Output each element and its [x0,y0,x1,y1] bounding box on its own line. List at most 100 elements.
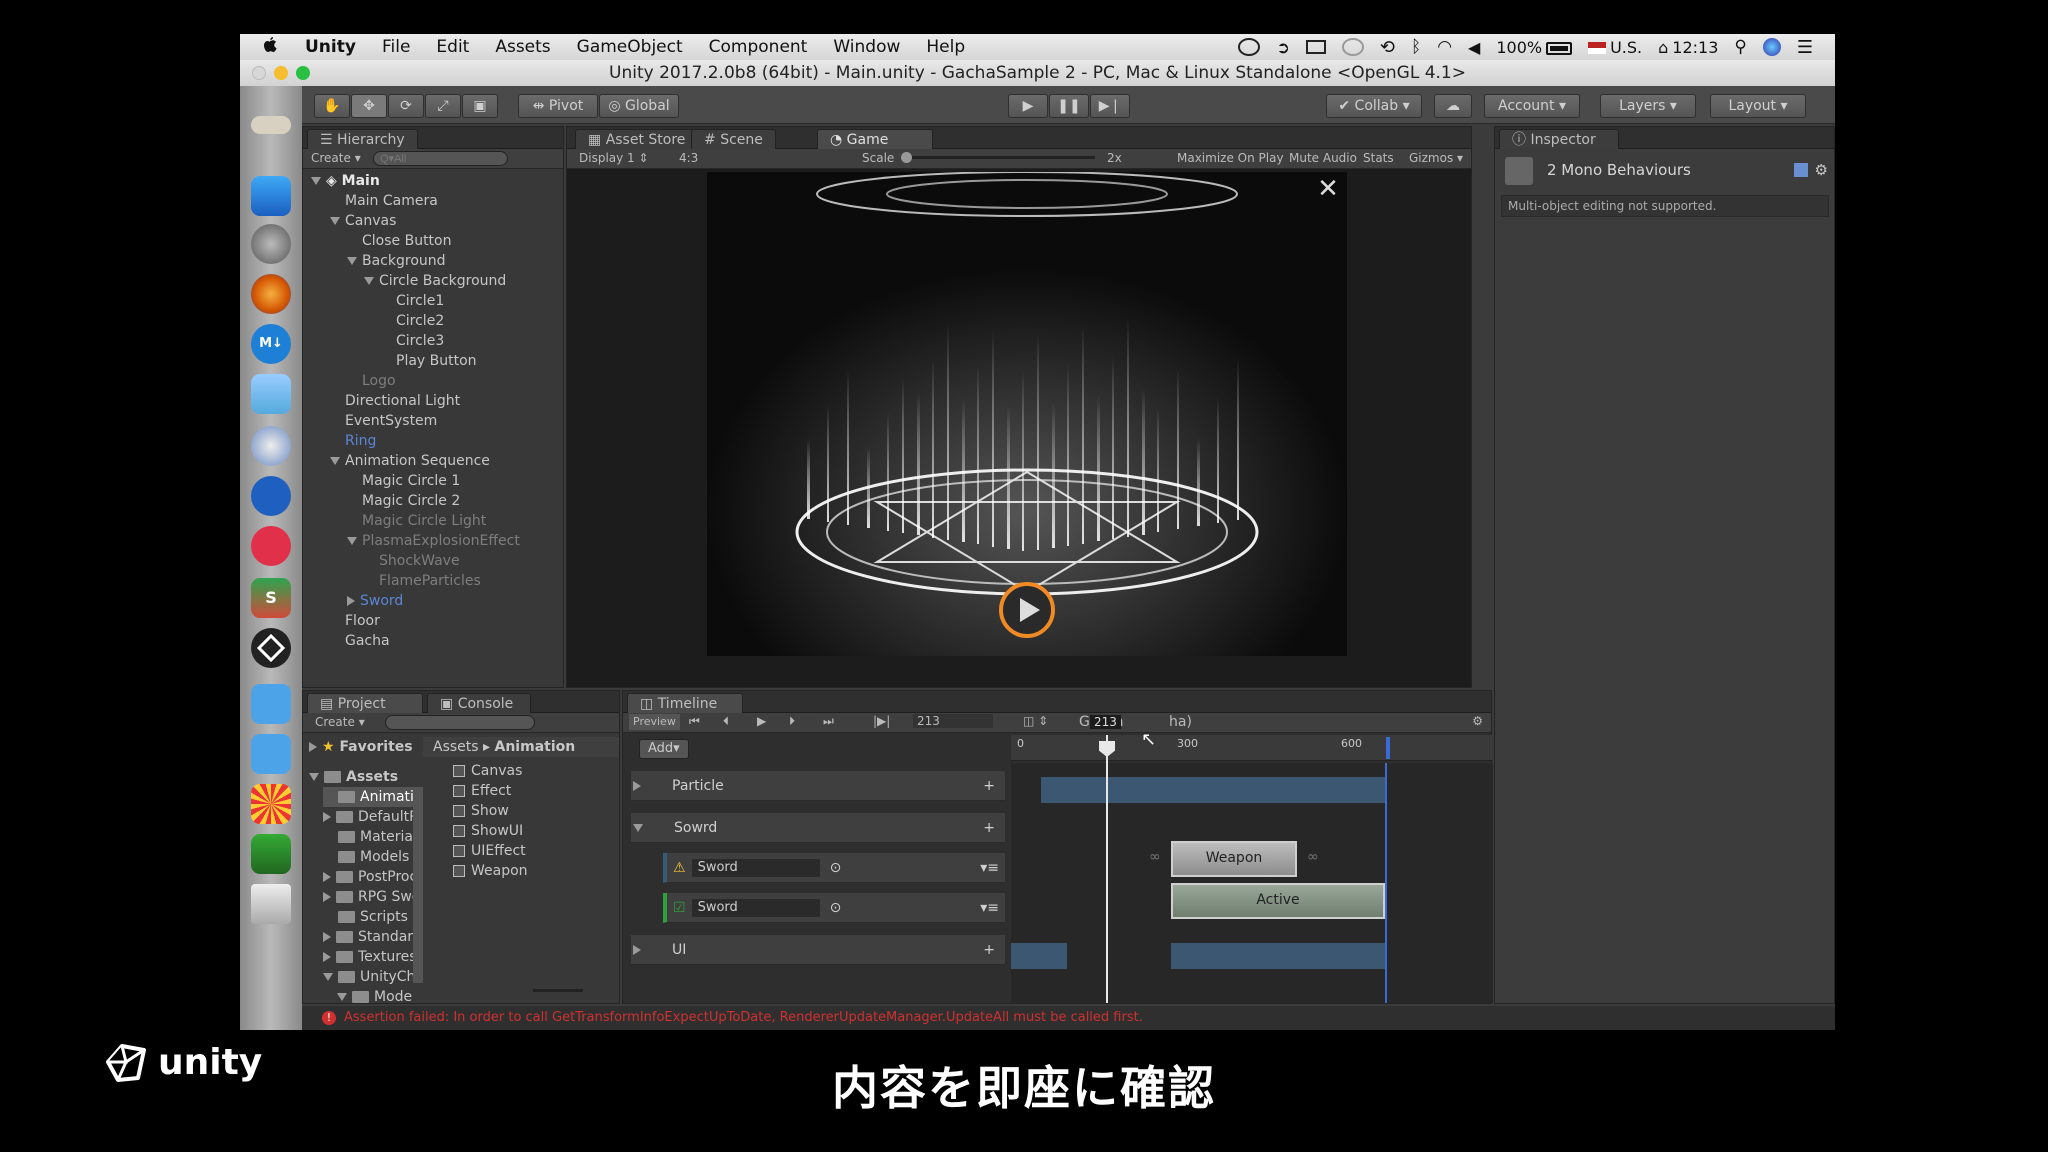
track-menu-icon[interactable]: ▾≡ [980,853,999,883]
stats-toggle[interactable]: Stats [1363,149,1394,167]
foldout-closed-icon[interactable] [347,596,355,606]
status-app-icon[interactable] [1238,38,1261,56]
timeline-play-icon[interactable]: ▶ [757,714,766,728]
account-dropdown[interactable]: Account ▾ [1484,94,1580,118]
project-folder[interactable]: PostProc [323,867,413,887]
tab-console[interactable]: ▣ Console [427,693,531,713]
foldout-open-icon[interactable] [337,993,347,1001]
hierarchy-item[interactable]: Sword [347,591,403,611]
scene-root-main[interactable]: ◈ Main [311,171,380,191]
assets-node[interactable]: Assets [309,767,398,787]
apple-menu-icon[interactable] [240,36,292,59]
input-source[interactable]: U.S. [1588,38,1642,57]
breadcrumb-assets[interactable]: Assets [433,739,479,755]
hierarchy-item[interactable]: Close Button [347,231,451,251]
timeline-preview-toggle[interactable]: Preview [629,714,680,730]
scale-slider-track[interactable] [905,156,1095,159]
hierarchy-item[interactable]: Circle Background [364,271,506,291]
hierarchy-item[interactable]: PlasmaExplosionEffect [347,531,520,551]
menu-file[interactable]: File [369,37,423,57]
track-foldout-icon[interactable] [633,781,641,791]
hierarchy-item[interactable]: Circle2 [381,311,444,331]
icon-size-slider[interactable] [533,989,583,992]
global-toggle[interactable]: ◎ Global [599,94,679,118]
breadcrumb-animation[interactable]: Animation [495,739,576,755]
track-enabled-checkbox[interactable]: ☑ [673,900,686,916]
foldout-closed-icon[interactable] [323,892,331,902]
menu-unity[interactable]: Unity [292,37,369,57]
foldout-open-icon[interactable] [323,973,333,981]
timeline-ruler[interactable]: 0 300 600 [1011,735,1493,761]
hierarchy-item[interactable]: Magic Circle Light [347,511,486,531]
timeline-playhead-line[interactable] [1106,735,1108,1003]
pause-button[interactable]: ❚❚ [1049,94,1089,118]
favorites-foldout-icon[interactable] [309,742,317,752]
clock[interactable]: ⌂ 12:13 [1658,38,1718,57]
hierarchy-item[interactable]: Circle3 [381,331,444,351]
hierarchy-item[interactable]: Ring [330,431,376,451]
window-minimize-button[interactable] [274,66,288,80]
menu-gameobject[interactable]: GameObject [564,37,696,57]
scene-foldout-icon[interactable] [311,177,321,185]
timeline-track[interactable]: Sowrd + [631,813,1005,843]
scale-slider-handle[interactable] [901,152,912,163]
hierarchy-item[interactable]: Animation Sequence [330,451,490,471]
project-folder[interactable]: RPG Swo [323,887,413,907]
mute-audio-toggle[interactable]: Mute Audio [1289,149,1357,167]
layers-dropdown[interactable]: Layers ▾ [1600,94,1696,118]
bluetooth-icon[interactable]: ᛒ [1411,37,1421,57]
status-dash-icon[interactable]: ➲ [1276,38,1289,57]
maximize-on-play-toggle[interactable]: Maximize On Play [1177,149,1284,167]
hierarchy-search-input[interactable] [373,151,508,166]
dock-speaker-deck-icon[interactable] [251,526,291,566]
timeline-binding-icon[interactable]: ◫ ⇕ [1023,714,1048,728]
hierarchy-item[interactable]: Circle1 [381,291,444,311]
hierarchy-create-button[interactable]: Create ▾ [311,151,361,165]
hierarchy-item[interactable]: FlameParticles [364,571,481,591]
project-folder[interactable]: Models [323,847,413,867]
track-binding-field[interactable]: Sword [691,899,820,917]
aspect-select[interactable]: 4:3 [679,149,698,167]
timeline-settings-icon[interactable]: ⚙ [1472,714,1483,728]
foldout-open-icon[interactable] [330,217,340,225]
dock-finder-icon[interactable] [251,176,291,216]
menu-window[interactable]: Window [820,37,913,57]
cloud-icon[interactable]: ☁ [1434,94,1472,118]
hand-tool-icon[interactable]: ✋ [314,94,350,118]
window-zoom-button[interactable] [296,66,310,80]
hierarchy-item[interactable]: Gacha [330,631,390,651]
project-folder[interactable]: DefaultPl [323,807,413,827]
prev-frame-icon[interactable]: ⏴ [723,714,729,729]
notification-center-icon[interactable]: ☰ [1797,37,1813,58]
project-folder[interactable]: Standard [323,927,413,947]
object-picker-icon[interactable]: ⊙ [830,900,842,916]
current-frame-field[interactable]: 213 [913,714,993,728]
tab-scene[interactable]: # Scene [691,129,776,149]
track-foldout-icon[interactable] [633,945,641,955]
track-foldout-icon[interactable] [633,824,643,832]
project-file[interactable]: Canvas [453,761,522,781]
timeline-track[interactable]: ☑ Sword ⊙ ▾≡ [663,893,1005,923]
track-add-icon[interactable]: + [983,771,995,801]
play-range-icon[interactable]: |▶| [873,714,890,728]
project-create-button[interactable]: Create ▾ [315,715,365,729]
hierarchy-item[interactable]: Play Button [381,351,477,371]
foldout-open-icon[interactable] [347,537,357,545]
close-x-icon[interactable]: ✕ [1313,174,1343,204]
project-file[interactable]: UIEffect [453,841,526,861]
track-menu-icon[interactable]: ▾≡ [980,893,999,923]
menu-edit[interactable]: Edit [423,37,482,57]
dock-keynote-icon[interactable] [251,374,291,414]
menu-component[interactable]: Component [696,37,821,57]
step-button[interactable]: ▶❘ [1090,94,1130,118]
goto-end-icon[interactable]: ⏭ [823,714,834,729]
console-status-bar[interactable]: ! Assertion failed: In order to call GetT… [302,1006,1835,1030]
timeline-end-marker[interactable] [1386,737,1390,759]
dock-video-icon[interactable] [251,476,291,516]
siri-icon[interactable] [1762,38,1781,56]
project-folder[interactable]: UnityCha [323,967,413,987]
hierarchy-item[interactable]: Magic Circle 1 [347,471,460,491]
battery-indicator[interactable]: 100% [1496,38,1573,57]
project-file[interactable]: ShowUI [453,821,523,841]
dock-markdown-icon[interactable]: M↓ [251,324,291,364]
